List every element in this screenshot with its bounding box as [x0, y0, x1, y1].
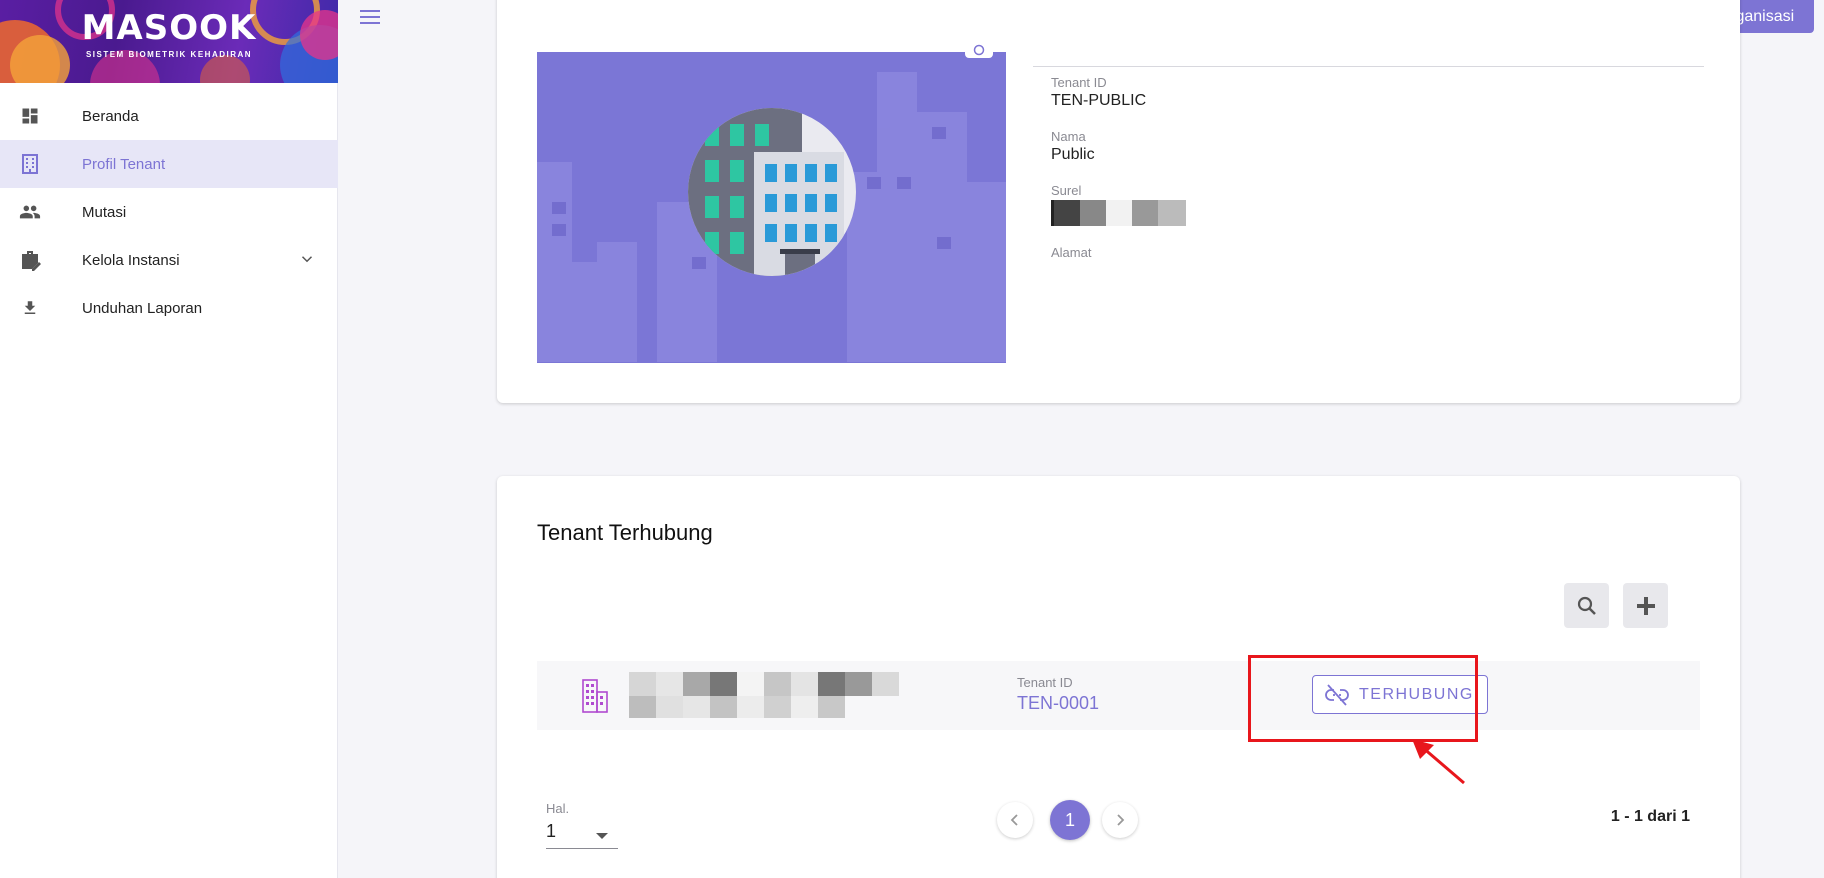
sidebar-item-profil-tenant[interactable]: Profil Tenant	[0, 140, 338, 188]
tenant-id-label: Tenant ID	[1051, 75, 1107, 90]
add-tenant-button[interactable]	[1623, 583, 1668, 628]
nama-field: Nama Public	[1051, 129, 1095, 164]
chevron-left-icon	[1008, 813, 1022, 827]
alamat-field: Alamat	[1051, 245, 1091, 262]
sidebar-item-label: Profil Tenant	[82, 155, 166, 173]
building-icon	[18, 152, 42, 176]
tenant-id-label: Tenant ID	[1017, 675, 1073, 690]
sidebar-item-label: Beranda	[82, 107, 139, 125]
tenant-illustration	[537, 52, 1006, 363]
brand-logo: MASOOK SISTEM BIOMETRIK KEHADIRAN	[0, 0, 338, 83]
page-1-button[interactable]: 1	[1050, 800, 1090, 840]
chevron-down-icon[interactable]	[298, 250, 316, 273]
people-icon	[18, 200, 42, 224]
search-icon	[1575, 594, 1599, 618]
divider	[1033, 66, 1704, 67]
tenant-id-value: TEN-0001	[1017, 693, 1100, 713]
tenant-name-redacted	[629, 672, 901, 725]
surel-field: Surel	[1051, 183, 1186, 226]
page-select-value: 1	[546, 821, 557, 841]
sidebar-item-unduhan-laporan[interactable]: Unduhan Laporan	[0, 284, 338, 332]
highlight-box	[1248, 655, 1478, 742]
sidebar-item-label: Unduhan Laporan	[82, 299, 203, 317]
sidebar-nav: Beranda Profil Tenant Mutasi Kelola Inst…	[0, 92, 338, 332]
alamat-label: Alamat	[1051, 245, 1092, 260]
section-title: Tenant Terhubung	[537, 520, 713, 545]
next-page-button[interactable]	[1102, 802, 1138, 838]
pagination-range: 1 - 1 dari 1	[1610, 808, 1690, 825]
search-button[interactable]	[1564, 583, 1609, 628]
sidebar-item-label: Kelola Instansi	[82, 251, 180, 269]
edit-photo-button[interactable]	[965, 40, 993, 58]
tenant-profile-card: Tenant ID TEN-PUBLIC Nama Public Surel A…	[497, 0, 1740, 403]
nama-value: Public	[1051, 146, 1095, 163]
tenant-id-value: TEN-PUBLIC	[1051, 92, 1147, 109]
sidebar-item-beranda[interactable]: Beranda	[0, 92, 338, 140]
menu-icon[interactable]	[358, 6, 382, 28]
page-label: Hal.	[546, 801, 570, 816]
previous-page-button[interactable]	[997, 802, 1033, 838]
dashboard-icon	[18, 104, 42, 128]
sidebar-item-kelola-instansi[interactable]: Kelola Instansi	[0, 236, 338, 284]
download-icon	[18, 296, 42, 320]
sidebar-item-mutasi[interactable]: Mutasi	[0, 188, 338, 236]
table-row[interactable]: Tenant ID TEN-0001 TERHUBUNG	[537, 661, 1700, 730]
brand-tagline: SISTEM BIOMETRIK KEHADIRAN	[85, 50, 253, 59]
plus-icon	[1635, 595, 1657, 617]
linked-tenants-card: Tenant Terhubung Tenant ID TEN-0001 TERH…	[497, 476, 1740, 878]
building-icon	[581, 678, 609, 719]
surel-redacted	[1051, 200, 1186, 226]
sidebar: MASOOK SISTEM BIOMETRIK KEHADIRAN Berand…	[0, 0, 338, 878]
dropdown-caret-icon	[596, 833, 608, 839]
tenant-id-field: Tenant ID TEN-PUBLIC	[1051, 75, 1146, 110]
nama-label: Nama	[1051, 129, 1086, 144]
brand-name: MASOOK	[81, 8, 257, 48]
sidebar-item-label: Mutasi	[82, 203, 127, 221]
chevron-right-icon	[1113, 813, 1127, 827]
page-select[interactable]: 1	[546, 821, 618, 849]
work-edit-icon	[18, 248, 42, 272]
surel-label: Surel	[1051, 183, 1082, 198]
annotation-arrow-icon	[1410, 737, 1470, 794]
